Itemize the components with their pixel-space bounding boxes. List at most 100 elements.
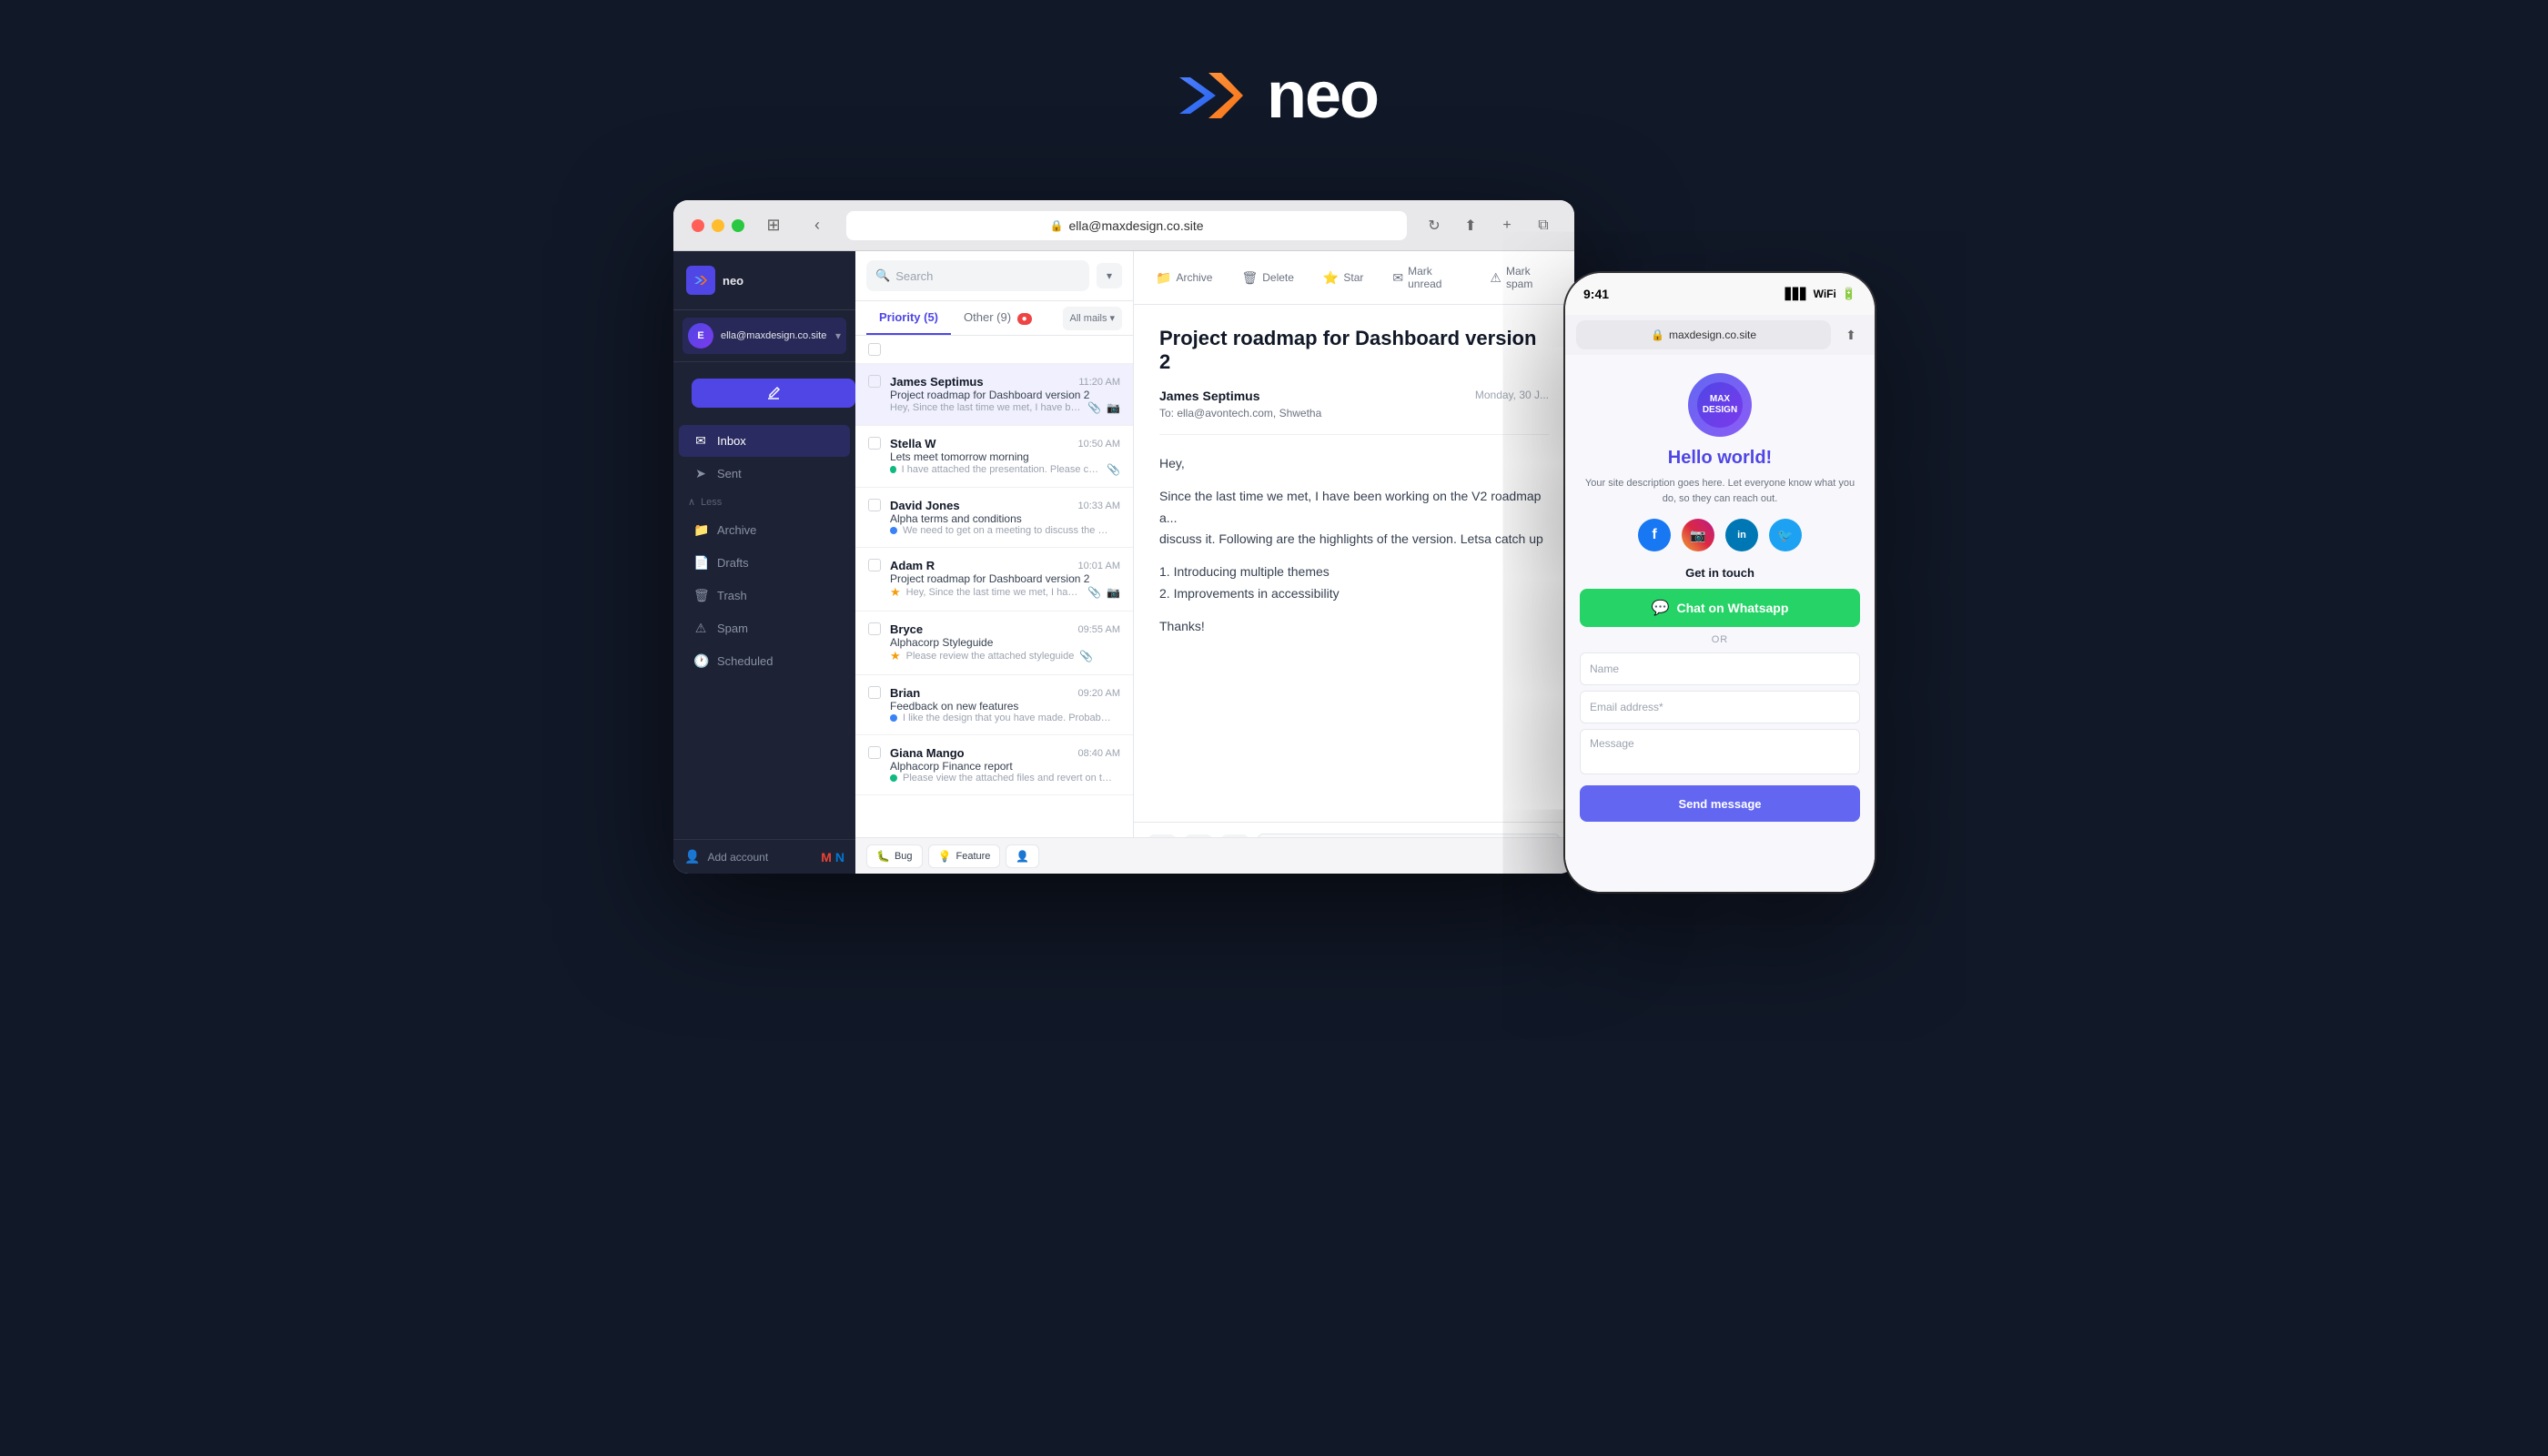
phone-status-right: ▋▋▋ WiFi 🔋 [1785, 287, 1856, 301]
email-checkbox-2[interactable] [868, 437, 881, 450]
select-all-checkbox[interactable] [868, 343, 881, 356]
attachment-icon-4: 📎 [1087, 586, 1101, 599]
phone-share-btn[interactable]: ⬆ [1838, 322, 1864, 348]
online-dot-7 [890, 774, 897, 782]
email-sender-6: Brian [890, 686, 920, 700]
email-reader-subject: Project roadmap for Dashboard version 2 [1159, 327, 1549, 374]
bottom-tab-bug[interactable]: 🐛 Bug [866, 844, 923, 868]
email-preview-1: Hey, Since the last time we met, I have … [890, 402, 1082, 413]
close-dot[interactable] [692, 219, 704, 232]
compose-button[interactable] [692, 379, 855, 408]
back-btn[interactable]: ‹ [803, 211, 832, 240]
phone-social-icons: f 📷 in 🐦 [1638, 519, 1802, 551]
archive-icon: 📁 [693, 522, 708, 538]
add-person-icon: 👤 [684, 849, 700, 864]
maximize-dot[interactable] [732, 219, 744, 232]
filter-icon: ▾ [1107, 269, 1112, 282]
email-checkbox-4[interactable] [868, 559, 881, 571]
email-filter-dropdown[interactable]: All mails ▾ [1063, 307, 1122, 330]
sidebar-account-row[interactable]: E ella@maxdesign.co.site ▾ [673, 310, 855, 362]
phone-url-bar[interactable]: 🔒 maxdesign.co.site [1576, 320, 1831, 349]
tab-priority-label: Priority (5) [879, 310, 938, 324]
email-reader-body: Project roadmap for Dashboard version 2 … [1134, 305, 1574, 822]
email-item-3[interactable]: David Jones 10:33 AM Alpha terms and con… [855, 488, 1133, 548]
sidebar-item-inbox[interactable]: ✉ Inbox [679, 425, 850, 457]
share-btn[interactable]: ⬆ [1458, 213, 1483, 238]
filter-dropdown-btn[interactable]: ▾ [1097, 263, 1122, 288]
sidebar-item-spam[interactable]: ⚠ Spam [679, 612, 850, 644]
sidebar-less-toggle[interactable]: ∧ Less [673, 490, 855, 513]
email-preview-7: Please view the attached files and rever… [903, 773, 1112, 784]
bottom-tab-user[interactable]: 👤 [1006, 844, 1039, 868]
whatsapp-button[interactable]: 💬 Chat on Whatsapp [1580, 589, 1860, 627]
email-checkbox-7[interactable] [868, 746, 881, 759]
email-checkbox-6[interactable] [868, 686, 881, 699]
bottom-tab-bug-label: Bug [895, 851, 913, 862]
phone-share-icon: ⬆ [1845, 328, 1856, 343]
email-time-7: 08:40 AM [1078, 748, 1120, 759]
logo-line2: DESIGN [1703, 405, 1737, 416]
email-content: Hey, Since the last time we met, I have … [1159, 453, 1549, 638]
add-account-label[interactable]: Add account [707, 851, 768, 864]
neo-logo-icon [1170, 55, 1252, 136]
email-item-6[interactable]: Brian 09:20 AM Feedback on new features … [855, 675, 1133, 735]
mark-spam-label: Mark spam [1506, 265, 1552, 290]
linkedin-icon[interactable]: in [1725, 519, 1758, 551]
email-item-5[interactable]: Bryce 09:55 AM Alphacorp Styleguide ★ Pl… [855, 612, 1133, 675]
delete-action-btn[interactable]: 🗑 Delete [1234, 266, 1300, 290]
sidebar-archive-label: Archive [717, 523, 756, 537]
email-search-box[interactable]: 🔍 Search [866, 260, 1089, 291]
star-icon-4: ★ [890, 585, 901, 600]
bottom-tab-feature[interactable]: 💡 Feature [928, 844, 1001, 868]
tab-other[interactable]: Other (9) ● [951, 301, 1045, 335]
facebook-icon[interactable]: f [1638, 519, 1671, 551]
sidebar-header: neo [673, 251, 855, 310]
sidebar-item-drafts[interactable]: 📄 Drafts [679, 547, 850, 579]
phone-browser-bar: 🔒 maxdesign.co.site ⬆ [1565, 315, 1875, 355]
instagram-icon[interactable]: 📷 [1682, 519, 1714, 551]
email-item-7[interactable]: Giana Mango 08:40 AM Alphacorp Finance r… [855, 735, 1133, 795]
phone-lock-icon: 🔒 [1651, 329, 1664, 341]
twitter-icon[interactable]: 🐦 [1769, 519, 1802, 551]
email-sender-7: Giana Mango [890, 746, 965, 760]
sidebar-item-trash[interactable]: 🗑 Trash [679, 580, 850, 612]
email-sender-3: David Jones [890, 499, 960, 512]
minimize-dot[interactable] [712, 219, 724, 232]
address-bar[interactable]: 🔒 ella@maxdesign.co.site [846, 211, 1407, 240]
tab-priority[interactable]: Priority (5) [866, 301, 951, 335]
email-tabs: Priority (5) Other (9) ● All mails ▾ [855, 301, 1133, 336]
new-tab-btn[interactable]: + [1494, 213, 1520, 238]
drafts-icon: 📄 [693, 555, 708, 571]
sidebar-item-sent[interactable]: ➤ Sent [679, 458, 850, 490]
email-time-4: 10:01 AM [1078, 561, 1120, 571]
sidebar-trash-label: Trash [717, 589, 747, 602]
phone-email-input[interactable]: Email address* [1580, 691, 1860, 723]
phone-time: 9:41 [1583, 287, 1609, 301]
sidebar-item-scheduled[interactable]: 🕐 Scheduled [679, 645, 850, 677]
nav-items: ✉ Inbox ➤ Sent ∧ Less 📁 Archive [673, 420, 855, 839]
inbox-icon: ✉ [693, 433, 708, 449]
send-message-button[interactable]: Send message [1580, 785, 1860, 822]
mark-spam-action-btn[interactable]: ⚠ Mark spam [1482, 260, 1560, 295]
tabs-btn[interactable]: ⧉ [1531, 213, 1556, 238]
mark-unread-action-btn[interactable]: ✉ Mark unread [1385, 260, 1468, 295]
email-checkbox-1[interactable] [868, 375, 881, 388]
online-dot-2 [890, 466, 896, 473]
email-reader-date: Monday, 30 J... [1475, 389, 1549, 403]
archive-action-label: Archive [1176, 271, 1212, 284]
email-checkbox-3[interactable] [868, 499, 881, 511]
phone-name-input[interactable]: Name [1580, 652, 1860, 685]
battery-icon: 🔋 [1842, 287, 1856, 301]
email-item-4[interactable]: Adam R 10:01 AM Project roadmap for Dash… [855, 548, 1133, 612]
reload-btn[interactable]: ↻ [1421, 213, 1447, 238]
star-action-btn[interactable]: ⭐ Star [1316, 266, 1370, 290]
phone-message-input[interactable]: Message [1580, 729, 1860, 774]
email-item-2[interactable]: Stella W 10:50 AM Lets meet tomorrow mor… [855, 426, 1133, 488]
sidebar-toggle-btn[interactable]: ⊞ [759, 211, 788, 240]
archive-action-btn[interactable]: 📁 Archive [1148, 266, 1219, 290]
email-checkbox-5[interactable] [868, 622, 881, 635]
email-sender-1: James Septimus [890, 375, 984, 389]
scheduled-icon: 🕐 [693, 653, 708, 669]
email-item-1[interactable]: James Septimus 11:20 AM Project roadmap … [855, 364, 1133, 426]
sidebar-item-archive[interactable]: 📁 Archive [679, 514, 850, 546]
